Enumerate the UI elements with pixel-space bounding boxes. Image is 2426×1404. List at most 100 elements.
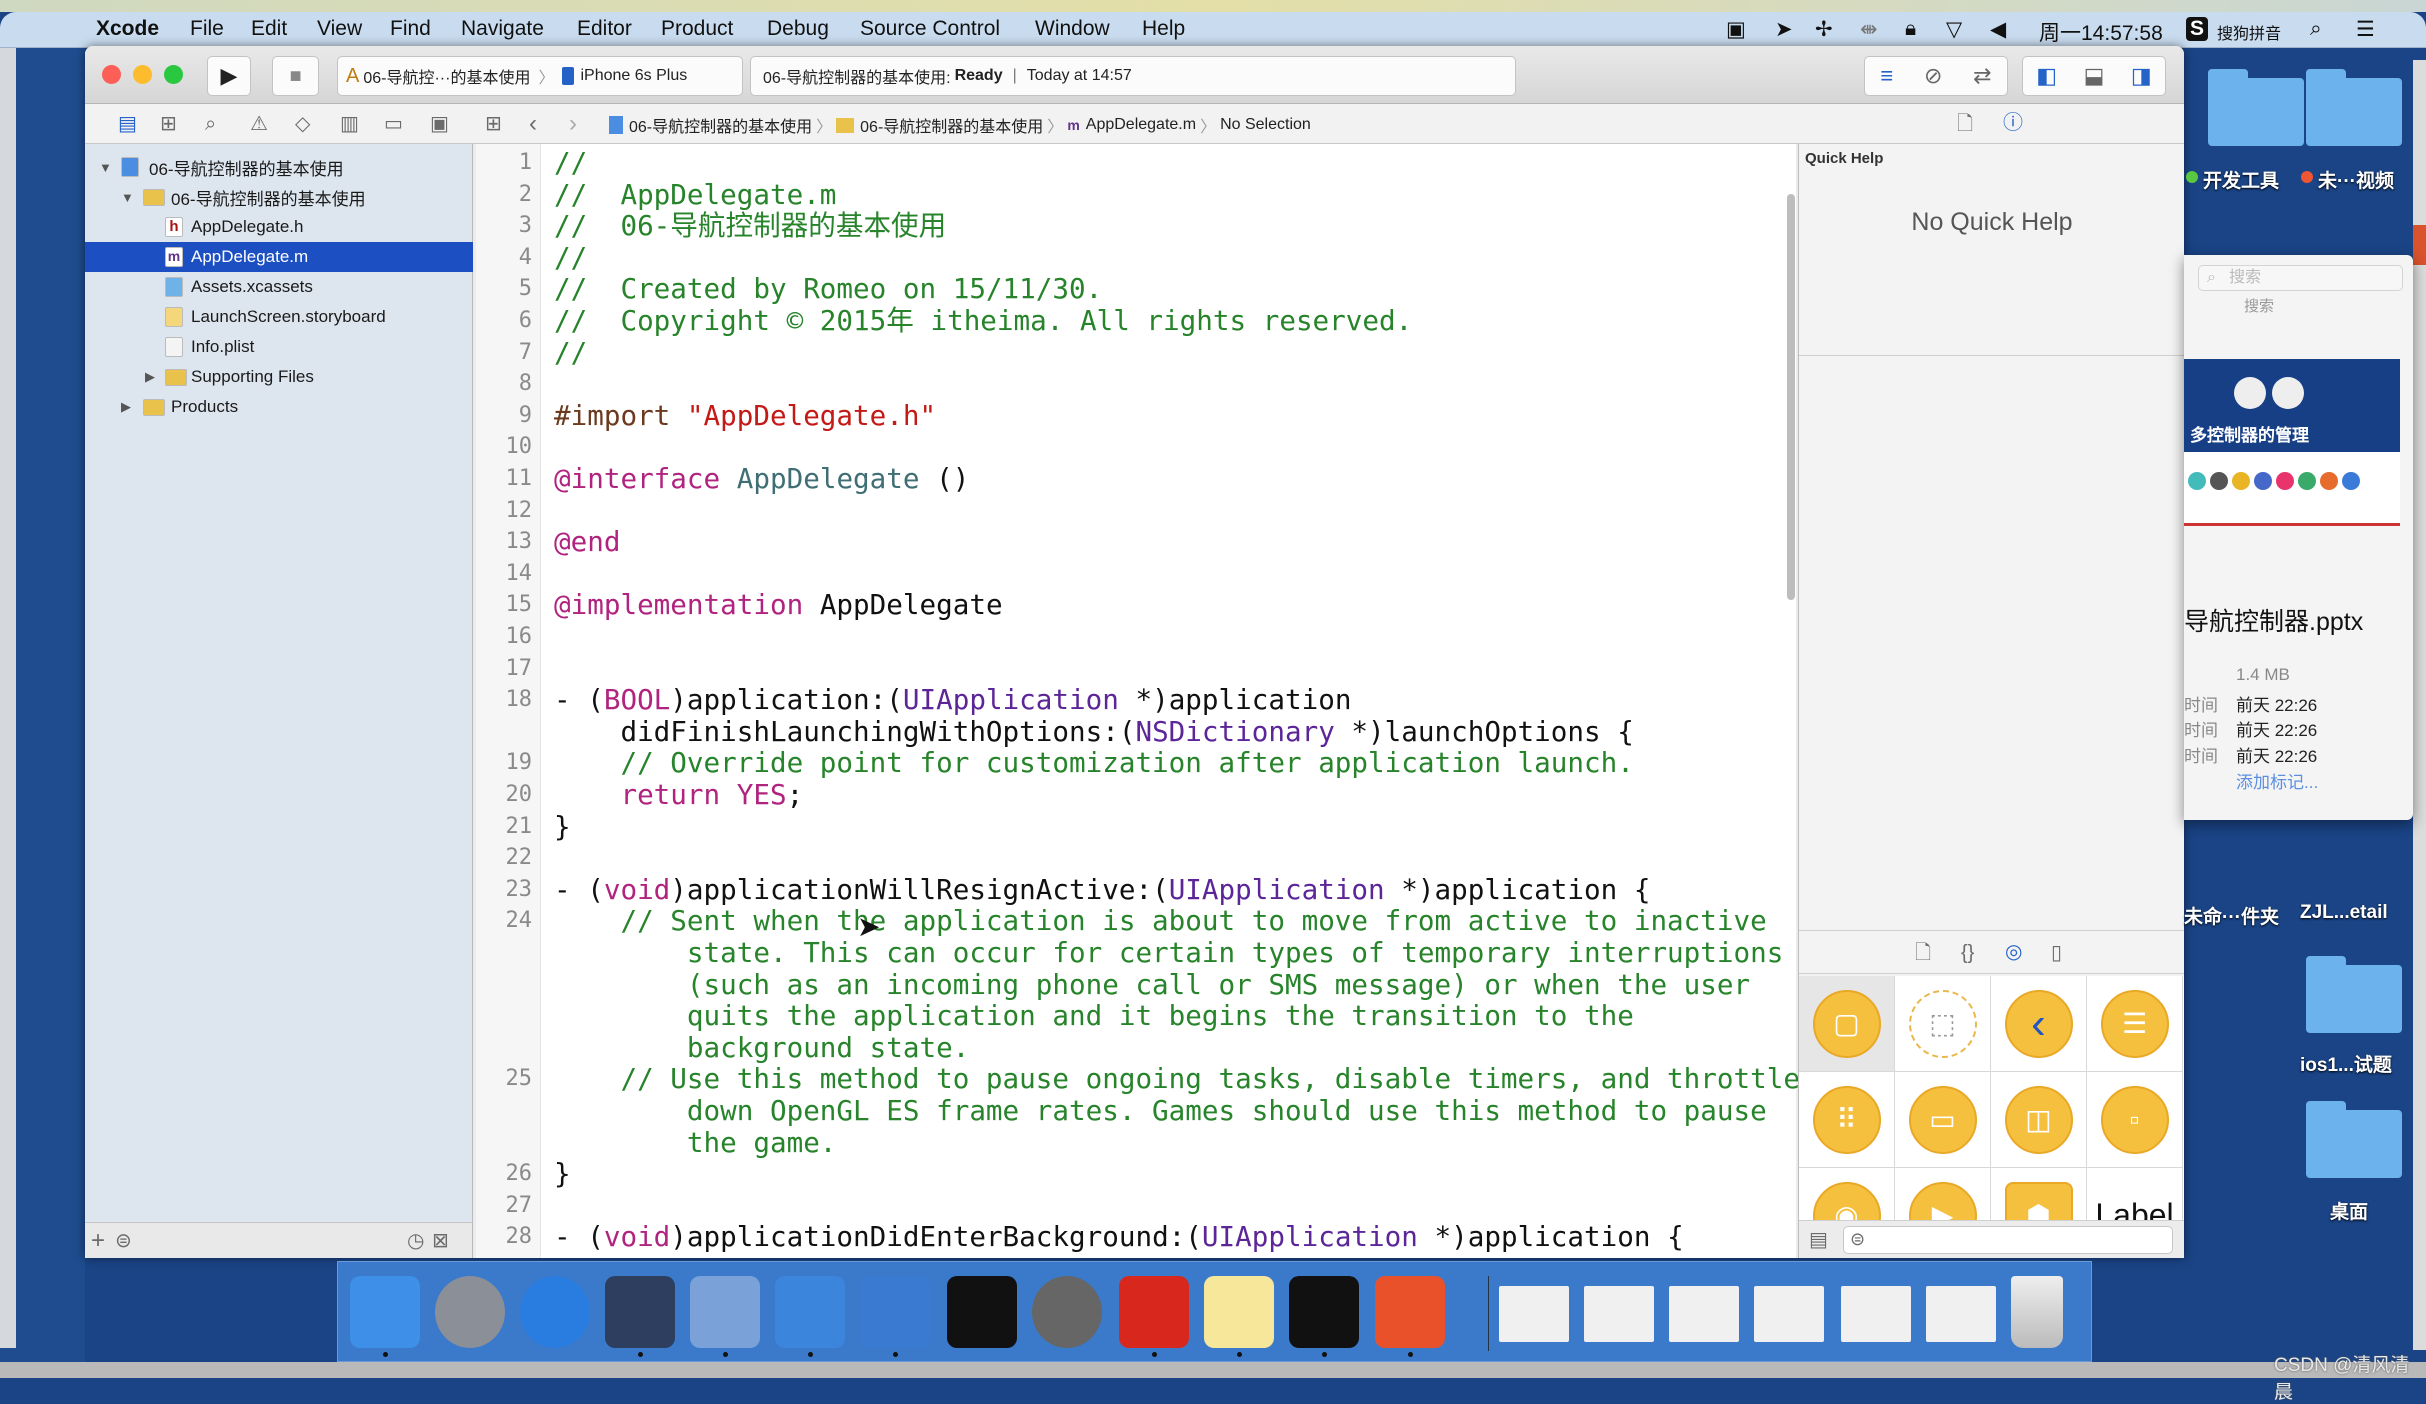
photo-booth-icon[interactable] — [690, 1276, 760, 1348]
menu-view[interactable]: View — [317, 17, 362, 41]
code-line[interactable]: quits the application and it begins the … — [476, 1000, 1776, 1032]
code-line[interactable]: (such as an incoming phone call or SMS m… — [476, 968, 1776, 1001]
code-snippet-icon[interactable]: {} — [1961, 943, 1974, 963]
stop-button[interactable]: ■ — [272, 56, 319, 96]
disclosure-triangle-icon[interactable]: ▶ — [145, 369, 155, 385]
code-line[interactable]: 24 // Sent when the application is about… — [476, 905, 1776, 937]
code-line[interactable]: 12 — [476, 495, 1776, 527]
navigator-item[interactable]: LaunchScreen.storyboard — [85, 302, 473, 332]
folder-label[interactable]: 未命···件夹 — [2184, 902, 2279, 929]
navigator-item[interactable]: ▶ Products — [85, 392, 473, 422]
screen-record-icon[interactable]: ▣ — [1726, 17, 1746, 42]
code-line[interactable]: 14 — [476, 558, 1776, 590]
close-button[interactable] — [102, 65, 121, 84]
device-name[interactable]: iPhone 6s Plus — [580, 67, 687, 85]
disclosure-triangle-icon[interactable]: ▼ — [121, 190, 134, 205]
toggle-navigator-icon[interactable]: ◧ — [2036, 63, 2057, 89]
minimized-window-1[interactable] — [1499, 1286, 1569, 1342]
breadcrumb-symbol[interactable]: No Selection — [1220, 116, 1311, 134]
navigator-item[interactable]: ▼ 06-导航控制器的基本使用 — [85, 152, 473, 182]
disclosure-triangle-icon[interactable]: ▶ — [121, 399, 131, 415]
navigator-item[interactable]: h AppDelegate.h — [85, 212, 473, 242]
minimized-window-4[interactable] — [1754, 1286, 1824, 1342]
menu-editor[interactable]: Editor — [577, 17, 632, 41]
code-line[interactable]: 11 @interface AppDelegate () — [476, 463, 1776, 495]
code-line[interactable]: 2 // AppDelegate.m — [476, 178, 1776, 211]
quicklook-search[interactable]: ⌕ 搜索 — [2198, 265, 2403, 291]
breadcrumb-project[interactable]: 06-导航控制器的基本使用 — [629, 113, 812, 137]
lock-icon[interactable]: 🔒︎ — [1905, 17, 1916, 41]
related-items-icon[interactable]: ⊞ — [485, 114, 502, 134]
menu-product[interactable]: Product — [661, 17, 733, 41]
folder-label[interactable]: ZJL...etail — [2300, 902, 2388, 924]
library-item-collection-view-controller[interactable]: ⠿ — [1799, 1072, 1895, 1168]
issue-navigator-icon[interactable]: ⚠ — [250, 114, 268, 134]
menu-window[interactable]: Window — [1035, 17, 1110, 41]
code-line[interactable]: 3 // 06-导航控制器的基本使用 — [476, 210, 1776, 242]
code-line[interactable]: background state. — [476, 1031, 1776, 1064]
desktop-folder[interactable] — [2306, 1101, 2402, 1178]
forward-icon[interactable]: › — [569, 112, 577, 136]
code-line[interactable]: 5 // Created by Romeo on 15/11/30. — [476, 273, 1776, 305]
library-item-view-controller[interactable]: ▢ — [1799, 976, 1895, 1072]
terminal-icon[interactable] — [947, 1276, 1017, 1348]
spotlight-search-icon[interactable]: ⌕ — [2310, 17, 2322, 41]
test-navigator-icon[interactable]: ◇ — [295, 114, 310, 134]
code-line[interactable]: 23 - (void)applicationWillResignActive:(U… — [476, 873, 1776, 906]
library-item-split-view-controller[interactable]: ◫ — [1991, 1072, 2087, 1168]
add-icon[interactable]: + — [91, 1229, 105, 1253]
toggle-utilities-icon[interactable]: ◨ — [2131, 63, 2152, 89]
safari-icon[interactable] — [520, 1276, 590, 1348]
navigator-item[interactable]: Info.plist — [85, 332, 473, 362]
code-line[interactable]: didFinishLaunchingWithOptions:(NSDiction… — [476, 715, 1776, 748]
console-icon[interactable] — [1289, 1276, 1359, 1348]
code-line[interactable]: 15 @implementation AppDelegate — [476, 589, 1776, 621]
library-item-table-view-controller[interactable]: ☰ — [2087, 976, 2183, 1072]
minimized-window-5[interactable] — [1841, 1286, 1911, 1342]
editor-scrollbar[interactable] — [1787, 194, 1795, 600]
code-line[interactable]: 20 return YES; — [476, 779, 1776, 811]
code-line[interactable]: 4 // — [476, 241, 1776, 274]
recent-files-icon[interactable]: ◷ — [407, 1231, 424, 1251]
assistant-editor-icon[interactable]: ⊘ — [1924, 63, 1942, 89]
folder-label[interactable]: 桌面 — [2330, 1197, 2368, 1224]
xcode-icon[interactable] — [775, 1276, 845, 1348]
version-editor-icon[interactable]: ⇄ — [1973, 63, 1991, 89]
unsaved-filter-icon[interactable]: ⊠ — [432, 1231, 449, 1251]
code-line[interactable]: 19 // Override point for customization a… — [476, 747, 1776, 779]
disclosure-triangle-icon[interactable]: ▼ — [99, 160, 112, 175]
folder-label[interactable]: 开发工具 — [2203, 166, 2279, 193]
code-line[interactable]: 27 — [476, 1190, 1776, 1222]
notification-center-icon[interactable]: ☰ — [2356, 17, 2375, 42]
minimized-window-6[interactable] — [1926, 1286, 1996, 1342]
notes-icon[interactable] — [1204, 1276, 1274, 1348]
list-view-icon[interactable]: ▤ — [1809, 1230, 1828, 1250]
find-navigator-icon[interactable]: ⌕ — [205, 114, 216, 134]
code-line[interactable]: down OpenGL ES frame rates. Games should… — [476, 1095, 1776, 1127]
zoom-button[interactable] — [164, 65, 183, 84]
volume-icon[interactable]: ◀ — [1990, 17, 2006, 42]
library-item-navigation-controller[interactable]: ‹ — [1991, 976, 2087, 1072]
system-preferences-icon[interactable] — [1032, 1276, 1102, 1348]
desktop-folder[interactable] — [2306, 69, 2402, 146]
minimized-window-3[interactable] — [1669, 1286, 1739, 1342]
input-method-label[interactable]: 搜狗拼音 — [2217, 20, 2281, 44]
code-line[interactable]: 17 — [476, 653, 1776, 685]
timemachine-icon[interactable]: ⇼ — [1860, 17, 1878, 42]
code-line[interactable]: 8 — [476, 368, 1776, 400]
source-editor[interactable]: 1 // 2 // AppDelegate.m 3 // 06-导航控制器的基本使用 4 //… — [476, 144, 1800, 1258]
menu-help[interactable]: Help — [1142, 17, 1185, 41]
menu-navigate[interactable]: Navigate — [461, 17, 544, 41]
file-inspector-icon[interactable]: 🗋︎ — [1957, 114, 1973, 134]
library-filter-input[interactable]: ⊜ — [1843, 1226, 2173, 1254]
sogou-icon[interactable]: S — [2186, 17, 2209, 41]
code-line[interactable]: 10 — [476, 431, 1776, 463]
code-line[interactable]: 1 // — [476, 147, 1776, 179]
navigator-item[interactable]: ▼ 06-导航控制器的基本使用 — [85, 182, 473, 212]
library-item-page-view-controller[interactable]: ▫ — [2087, 1072, 2183, 1168]
report-navigator-icon[interactable]: ▣ — [430, 114, 449, 134]
launchpad-icon[interactable] — [435, 1276, 505, 1348]
project-navigator-icon[interactable]: ▤ — [118, 114, 137, 134]
folder-label[interactable]: 未···视频 — [2318, 166, 2394, 193]
library-item-tab-bar-controller[interactable]: ▭ — [1895, 1072, 1991, 1168]
